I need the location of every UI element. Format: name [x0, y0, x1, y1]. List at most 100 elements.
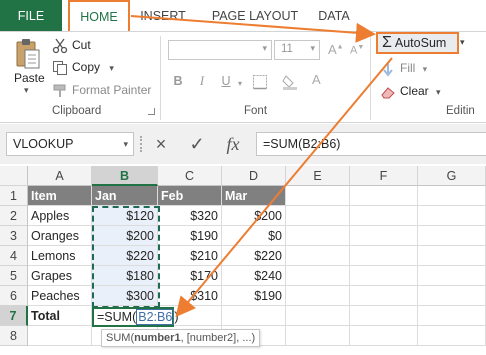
cell-b6[interactable]: $300 — [92, 286, 158, 306]
cell-a8[interactable] — [28, 326, 92, 346]
resize-handle[interactable] — [140, 136, 143, 152]
cell-c2[interactable]: $320 — [158, 206, 222, 226]
cell-d1[interactable]: Mar — [222, 186, 286, 206]
cell-f3[interactable] — [350, 226, 418, 246]
cell-e7[interactable] — [286, 306, 350, 326]
fill-dropdown-icon[interactable]: ▾ — [423, 64, 428, 74]
clear-dropdown-icon[interactable]: ▾ — [436, 87, 441, 97]
font-color-icon[interactable]: A — [312, 72, 321, 87]
cell-e2[interactable] — [286, 206, 350, 226]
cell-g6[interactable] — [418, 286, 486, 306]
cell-g8[interactable] — [418, 326, 486, 346]
cell-b5[interactable]: $180 — [92, 266, 158, 286]
cell-g5[interactable] — [418, 266, 486, 286]
cell-a5[interactable]: Grapes — [28, 266, 92, 286]
tab-insert[interactable]: INSERT — [137, 0, 189, 32]
name-box[interactable]: VLOOKUP ▾ — [6, 132, 134, 156]
autosum-button[interactable]: Σ AutoSum — [376, 32, 459, 54]
cell-a6[interactable]: Peaches — [28, 286, 92, 306]
cell-e5[interactable] — [286, 266, 350, 286]
cell-e8[interactable] — [286, 326, 350, 346]
font-name-dropdown[interactable]: ▾ — [168, 40, 272, 60]
tab-file[interactable]: FILE — [0, 0, 62, 32]
row-header-2[interactable]: 2 — [0, 206, 28, 226]
tooltip-arg1[interactable]: number1 — [134, 332, 180, 344]
cell-e3[interactable] — [286, 226, 350, 246]
borders-icon[interactable] — [252, 74, 270, 90]
cell-a2[interactable]: Apples — [28, 206, 92, 226]
cell-c5[interactable]: $170 — [158, 266, 222, 286]
column-header-d[interactable]: D — [222, 166, 286, 186]
cell-g4[interactable] — [418, 246, 486, 266]
tab-page-layout[interactable]: PAGE LAYOUT — [204, 0, 306, 32]
autosum-dropdown-icon[interactable]: ▾ — [460, 37, 465, 48]
cell-a7[interactable]: Total — [28, 306, 92, 326]
column-header-e[interactable]: E — [286, 166, 350, 186]
row-header-8[interactable]: 8 — [0, 326, 28, 346]
fill-color-icon[interactable] — [282, 74, 300, 90]
cell-f2[interactable] — [350, 206, 418, 226]
cell-d4[interactable]: $220 — [222, 246, 286, 266]
cell-b4[interactable]: $220 — [92, 246, 158, 266]
enter-icon[interactable]: ✓ — [186, 134, 208, 154]
row-header-1[interactable]: 1 — [0, 186, 28, 206]
paste-button[interactable]: Paste — [14, 71, 45, 85]
cancel-icon[interactable]: × — [150, 134, 172, 154]
worksheet-grid[interactable]: A B C D E F G 1 Item Jan Feb Mar 2 Apples $120 $320 $200… — [0, 166, 486, 355]
row-header-5[interactable]: 5 — [0, 266, 28, 286]
cell-f1[interactable] — [350, 186, 418, 206]
column-header-b[interactable]: B — [92, 166, 158, 186]
cut-button[interactable]: Cut — [52, 36, 91, 54]
paste-dropdown-icon[interactable]: ▾ — [24, 85, 29, 96]
cell-d6[interactable]: $190 — [222, 286, 286, 306]
format-painter-button[interactable]: Format Painter — [52, 81, 151, 99]
cell-g3[interactable] — [418, 226, 486, 246]
cell-d7[interactable] — [222, 306, 286, 326]
paste-icon[interactable] — [14, 38, 42, 70]
cell-e6[interactable] — [286, 286, 350, 306]
cell-c1[interactable]: Feb — [158, 186, 222, 206]
row-header-4[interactable]: 4 — [0, 246, 28, 266]
grow-font-icon[interactable]: A▲ — [328, 42, 344, 57]
column-header-c[interactable]: C — [158, 166, 222, 186]
chevron-down-icon[interactable]: ▾ — [123, 133, 128, 155]
row-header-6[interactable]: 6 — [0, 286, 28, 306]
font-size-dropdown[interactable]: 11 ▾ — [274, 40, 320, 60]
cell-d5[interactable]: $240 — [222, 266, 286, 286]
cell-f5[interactable] — [350, 266, 418, 286]
fill-button[interactable]: Fill ▾ — [380, 59, 427, 77]
cell-c6[interactable]: $310 — [158, 286, 222, 306]
cell-f8[interactable] — [350, 326, 418, 346]
cell-e4[interactable] — [286, 246, 350, 266]
tab-home[interactable]: HOME — [68, 0, 130, 33]
row-header-3[interactable]: 3 — [0, 226, 28, 246]
active-formula-cell[interactable]: =SUM(B2:B6) — [92, 307, 178, 327]
cell-g7[interactable] — [418, 306, 486, 326]
cell-d3[interactable]: $0 — [222, 226, 286, 246]
copy-button[interactable]: Copy ▾ — [52, 58, 114, 76]
column-header-g[interactable]: G — [418, 166, 486, 186]
cell-e1[interactable] — [286, 186, 350, 206]
row-header-7[interactable]: 7 — [0, 306, 28, 326]
clipboard-launcher-icon[interactable] — [148, 108, 155, 115]
cell-g1[interactable] — [418, 186, 486, 206]
clear-button[interactable]: Clear ▾ — [380, 82, 441, 100]
cell-f7[interactable] — [350, 306, 418, 326]
cell-b3[interactable]: $200 — [92, 226, 158, 246]
column-header-f[interactable]: F — [350, 166, 418, 186]
copy-dropdown-icon[interactable]: ▾ — [109, 63, 114, 73]
cell-f4[interactable] — [350, 246, 418, 266]
cell-c3[interactable]: $190 — [158, 226, 222, 246]
tab-data[interactable]: DATA — [314, 0, 354, 32]
cell-c4[interactable]: $210 — [158, 246, 222, 266]
cell-a4[interactable]: Lemons — [28, 246, 92, 266]
cell-b2[interactable]: $120 — [92, 206, 158, 226]
bold-button[interactable]: B — [170, 74, 186, 88]
formula-input[interactable]: =SUM(B2:B6) — [256, 132, 486, 156]
column-header-a[interactable]: A — [28, 166, 92, 186]
cell-b1[interactable]: Jan — [92, 186, 158, 206]
insert-function-icon[interactable]: fx — [222, 134, 244, 154]
cell-a1[interactable]: Item — [28, 186, 92, 206]
cell-a3[interactable]: Oranges — [28, 226, 92, 246]
underline-dropdown-icon[interactable]: ▾ — [232, 79, 248, 88]
